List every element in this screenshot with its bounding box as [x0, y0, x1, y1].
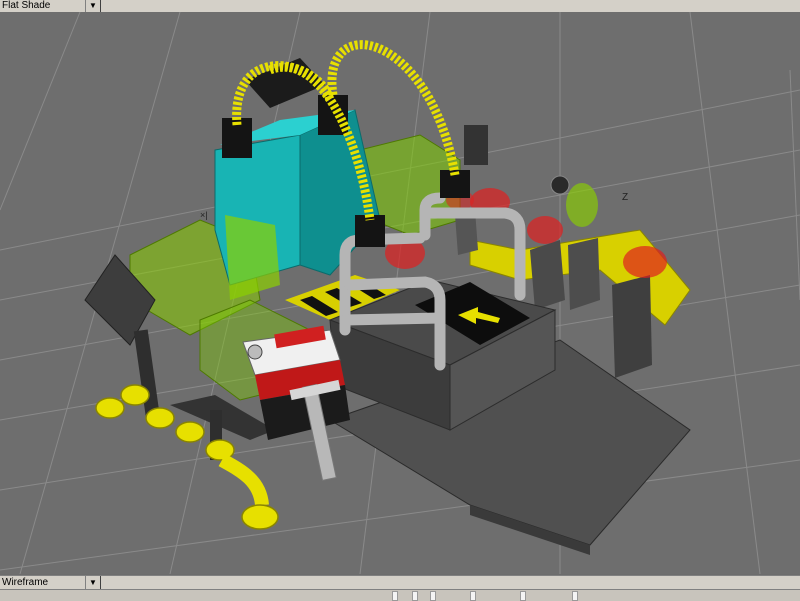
lamp-post [464, 125, 488, 165]
scene-render: Z ×| [0, 12, 800, 574]
post-2 [612, 275, 652, 378]
wireframe-mode-label: Wireframe [2, 577, 49, 588]
green-cylinder [566, 183, 598, 227]
gauge-icon [247, 344, 263, 360]
dropdown-arrow-icon[interactable]: ▼ [85, 576, 100, 590]
red-cone-2 [527, 216, 563, 244]
shovel-handle [133, 329, 161, 421]
post-1 [530, 240, 565, 310]
shading-mode-label: Flat Shade [2, 0, 51, 11]
axis-label-z: Z [622, 192, 628, 203]
3d-viewport[interactable]: Z ×| [0, 12, 800, 574]
3d-editor-window: Flat Shade ▼ Z ×| Wireframe ▼ [0, 0, 800, 601]
axis-gizmo-left: ×| [200, 210, 208, 220]
post-3 [568, 238, 600, 310]
red-cone-4 [623, 246, 667, 278]
timeline-scrubber[interactable] [0, 589, 800, 601]
shading-mode-dropdown[interactable]: Flat Shade ▼ [0, 0, 101, 12]
wireframe-mode-dropdown[interactable]: Wireframe ▼ [0, 576, 101, 590]
round-dial [550, 175, 570, 195]
dropdown-arrow-icon[interactable]: ▼ [85, 0, 100, 12]
green-block-under [225, 215, 280, 300]
